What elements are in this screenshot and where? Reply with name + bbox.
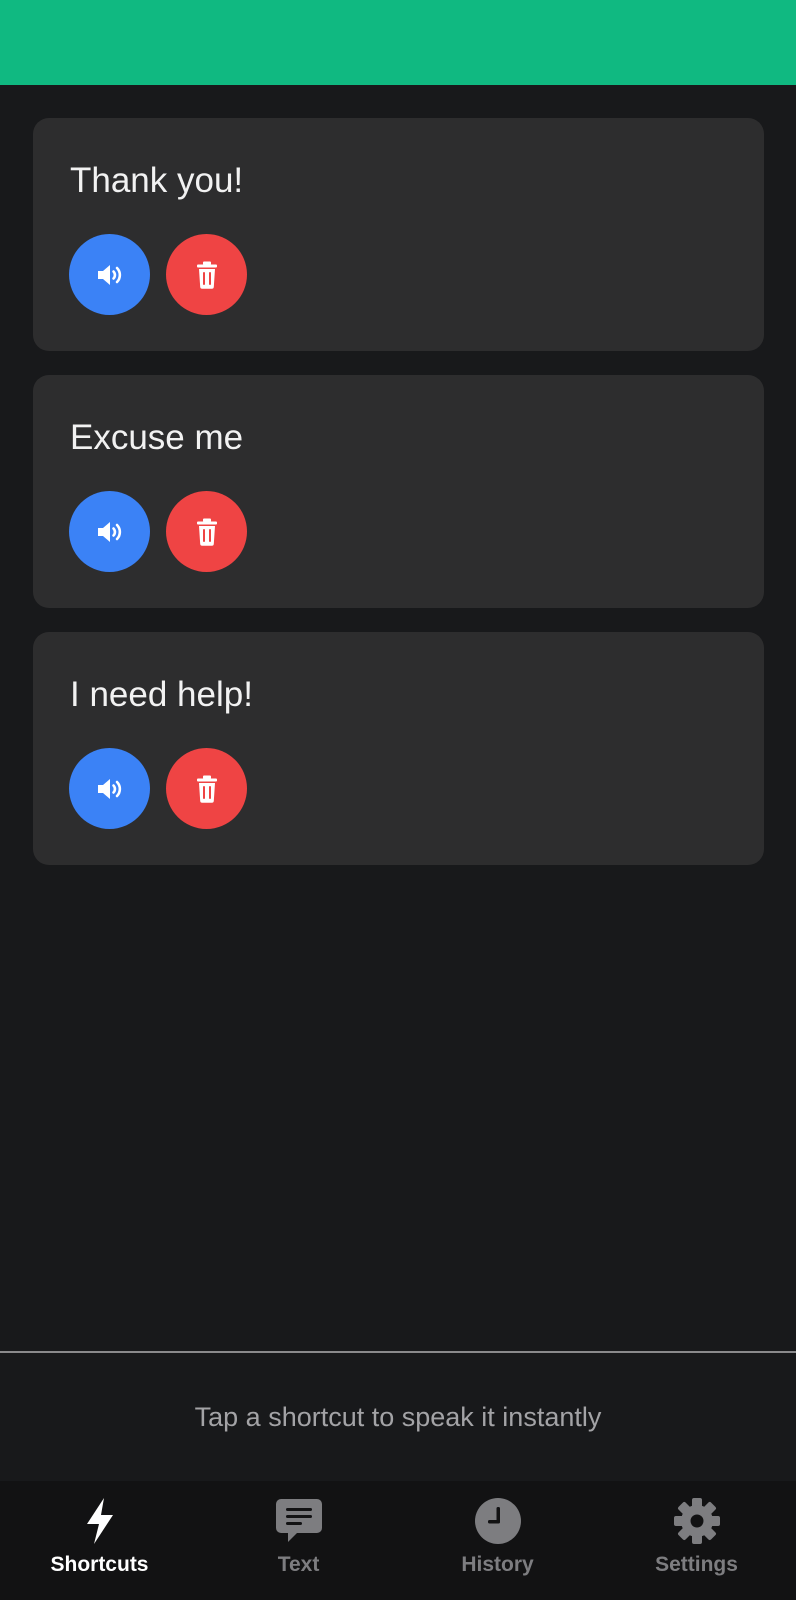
hint-text: Tap a shortcut to speak it instantly [194, 1401, 602, 1432]
clock-icon [472, 1495, 524, 1547]
speak-button[interactable] [69, 491, 150, 572]
trash-icon [196, 775, 218, 803]
tab-label: Shortcuts [50, 1553, 149, 1576]
gear-icon [671, 1495, 723, 1547]
tab-shortcuts[interactable]: Shortcuts [0, 1481, 199, 1600]
speak-button[interactable] [69, 748, 150, 829]
speaker-icon [96, 777, 124, 801]
chat-bubble-icon [273, 1495, 325, 1547]
delete-button[interactable] [166, 491, 247, 572]
speaker-icon [96, 520, 124, 544]
speaker-icon [96, 263, 124, 287]
shortcut-card[interactable]: Excuse me [33, 375, 764, 608]
speak-button[interactable] [69, 234, 150, 315]
shortcut-actions [69, 748, 247, 829]
shortcut-card[interactable]: I need help! [33, 632, 764, 865]
delete-button[interactable] [166, 234, 247, 315]
tab-text[interactable]: Text [199, 1481, 398, 1600]
shortcut-text[interactable]: Excuse me [70, 420, 243, 455]
app-screen: Thank you! Excuse me I need help! Tap a … [0, 0, 796, 1600]
tab-label: History [461, 1553, 534, 1576]
shortcut-actions [69, 234, 247, 315]
shortcut-card[interactable]: Thank you! [33, 118, 764, 351]
shortcut-text[interactable]: I need help! [70, 677, 253, 712]
shortcut-actions [69, 491, 247, 572]
tab-label: Text [277, 1553, 320, 1576]
hint-area: Tap a shortcut to speak it instantly [0, 1353, 796, 1481]
trash-icon [196, 261, 218, 289]
header-bar [0, 0, 796, 85]
tab-label: Settings [655, 1553, 738, 1576]
shortcut-list: Thank you! Excuse me I need help! [33, 118, 764, 889]
shortcut-text[interactable]: Thank you! [70, 163, 243, 198]
bottom-tab-bar: Shortcuts Text History Settings [0, 1481, 796, 1600]
tab-settings[interactable]: Settings [597, 1481, 796, 1600]
lightning-bolt-icon [74, 1495, 126, 1547]
trash-icon [196, 518, 218, 546]
delete-button[interactable] [166, 748, 247, 829]
tab-history[interactable]: History [398, 1481, 597, 1600]
